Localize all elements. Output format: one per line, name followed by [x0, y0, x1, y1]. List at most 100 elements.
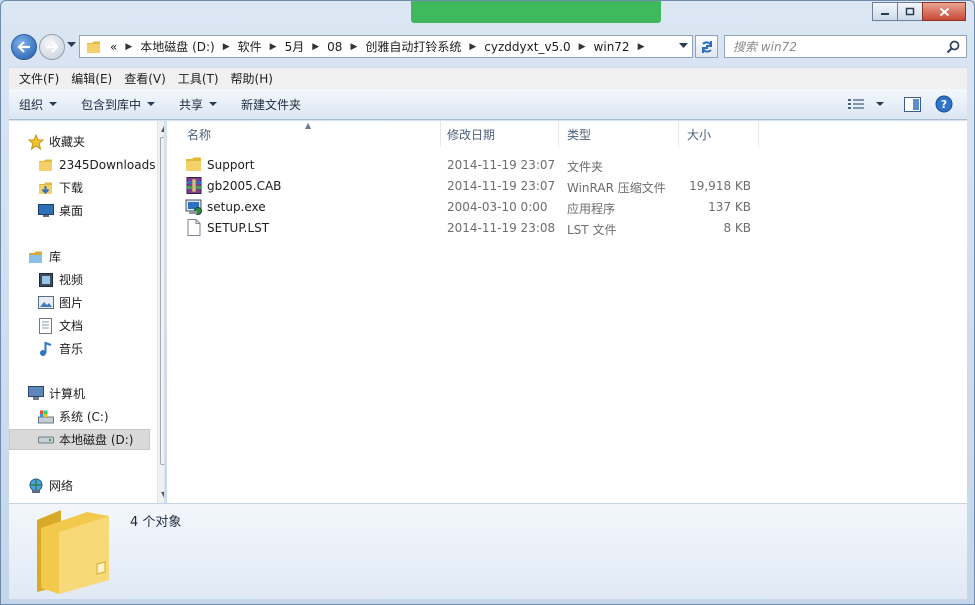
nav-computer[interactable]: 计算机 [27, 383, 164, 404]
address-bar[interactable]: « ▶ 本地磁盘 (D:) ▶ 软件 ▶ 5月 ▶ 08 ▶ 创雅自动打铃系统 … [79, 35, 693, 58]
search-icon[interactable] [946, 40, 960, 54]
nav-libraries[interactable]: 库 [27, 246, 164, 267]
breadcrumb-drive-d[interactable]: 本地磁盘 (D:) [140, 38, 214, 55]
chevron-right-icon[interactable]: ▶ [469, 42, 476, 52]
chevron-down-icon [209, 101, 218, 106]
maximize-button[interactable] [897, 2, 923, 21]
nav-item-label: 图片 [59, 296, 84, 310]
item-count: 4 个对象 [130, 515, 182, 530]
nav-item-drive-d[interactable]: 本地磁盘 (D:) [9, 429, 150, 450]
menu-file[interactable]: 文件(F) [13, 70, 65, 87]
forward-button[interactable] [39, 34, 65, 60]
column-header-type[interactable]: 类型 [559, 121, 679, 147]
close-button[interactable] [922, 2, 966, 21]
minimize-icon [881, 12, 889, 15]
chevron-right-icon[interactable]: ▶ [638, 42, 645, 52]
file-type: LST 文件 [567, 223, 617, 237]
folder-icon [87, 41, 100, 53]
menu-bar: 文件(F) 编辑(E) 查看(V) 工具(T) 帮助(H) [9, 67, 967, 89]
search-box[interactable] [724, 35, 967, 58]
forward-arrow-icon [46, 41, 59, 53]
menu-tools[interactable]: 工具(T) [172, 70, 225, 87]
star-icon [27, 133, 45, 150]
nav-item-music[interactable]: 音乐 [37, 338, 164, 359]
column-header-label: 类型 [567, 127, 592, 142]
breadcrumb-08[interactable]: 08 [327, 40, 342, 54]
breadcrumb-win72[interactable]: win72 [594, 40, 630, 54]
view-controls: ? [834, 95, 953, 113]
documents-icon [37, 317, 55, 334]
file-row[interactable]: setup.exe 2004-03-10 0:00 应用程序 137 KB [179, 196, 759, 217]
chevron-right-icon[interactable]: ▶ [350, 42, 357, 52]
grip-icon [164, 296, 165, 303]
menu-edit[interactable]: 编辑(E) [65, 70, 118, 87]
nav-item-documents[interactable]: 文档 [37, 315, 164, 336]
explorer-window: « ▶ 本地磁盘 (D:) ▶ 软件 ▶ 5月 ▶ 08 ▶ 创雅自动打铃系统 … [0, 0, 975, 605]
nav-scrollbar[interactable]: ▲ ▼ [157, 121, 165, 503]
file-row[interactable]: gb2005.CAB 2014-11-19 23:07 WinRAR 压缩文件 … [179, 175, 759, 196]
column-header-date[interactable]: 修改日期 [439, 121, 559, 147]
file-row[interactable]: Support 2014-11-19 23:07 文件夹 [179, 154, 759, 175]
file-type: 文件夹 [567, 160, 604, 174]
new-folder-button[interactable]: 新建文件夹 [241, 96, 301, 113]
large-folder-icon [37, 510, 109, 594]
chevron-right-icon[interactable]: ▶ [270, 42, 277, 52]
nav-item-desktop[interactable]: 桌面 [37, 200, 164, 221]
share-button[interactable]: 共享 [179, 96, 218, 113]
preview-pane-icon[interactable] [904, 96, 921, 112]
column-header-size[interactable]: 大小 [679, 121, 759, 147]
folder-icon [185, 156, 203, 173]
column-header-label: 名称 [187, 127, 212, 142]
breadcrumb-software[interactable]: 软件 [238, 38, 262, 55]
chevron-right-icon[interactable]: ▶ [579, 42, 586, 52]
scroll-up-icon[interactable]: ▲ [161, 124, 164, 133]
nav-item-pictures[interactable]: 图片 [37, 292, 164, 313]
chevron-down-icon [147, 101, 156, 106]
nav-libraries-label: 库 [49, 250, 62, 264]
organize-button[interactable]: 组织 [19, 96, 58, 113]
file-date: 2004-03-10 0:00 [447, 200, 548, 214]
nav-item-2345downloads[interactable]: 2345Downloads [37, 154, 164, 175]
refresh-button[interactable] [695, 35, 718, 58]
breadcrumb-may[interactable]: 5月 [285, 38, 305, 55]
navigation-row: « ▶ 本地磁盘 (D:) ▶ 软件 ▶ 5月 ▶ 08 ▶ 创雅自动打铃系统 … [1, 31, 974, 63]
file-row[interactable]: SETUP.LST 2014-11-19 23:08 LST 文件 8 KB [179, 217, 759, 238]
background-window-strip [411, 1, 661, 23]
minimize-button[interactable] [872, 2, 898, 21]
document-icon [185, 219, 203, 236]
breadcrumb-version[interactable]: cyzddyxt_v5.0 [484, 40, 570, 54]
chevron-right-icon[interactable]: ▶ [125, 42, 132, 52]
maximize-icon [905, 7, 915, 16]
scroll-down-icon[interactable]: ▼ [161, 490, 164, 499]
column-header-name[interactable]: 名称 [179, 121, 441, 147]
nav-item-downloads[interactable]: 下载 [37, 177, 164, 198]
back-button[interactable] [11, 34, 37, 60]
menu-view[interactable]: 查看(V) [118, 70, 172, 87]
file-list-pane: ▲ 名称 修改日期 类型 大小 Support 2014-11-19 23:07… [167, 121, 967, 503]
address-history-dropdown-icon[interactable] [679, 43, 688, 49]
navigation-pane: 收藏夹 2345Downloads 下载 桌面 库 视频 图片 文档 音乐 计算… [9, 121, 165, 503]
nav-item-label: 2345Downloads [59, 157, 156, 172]
include-in-library-button[interactable]: 包含到库中 [81, 96, 156, 113]
breadcrumb-bell-system[interactable]: 创雅自动打铃系统 [365, 38, 461, 55]
nav-item-drive-c[interactable]: 系统 (C:) [37, 406, 164, 427]
recent-pages-dropdown-icon[interactable] [67, 42, 76, 48]
file-name: Support [207, 158, 255, 172]
nav-item-label: 视频 [59, 273, 84, 287]
svg-text:?: ? [941, 98, 947, 111]
nav-network[interactable]: 网络 [27, 475, 164, 496]
nav-item-videos[interactable]: 视频 [37, 269, 164, 290]
menu-help[interactable]: 帮助(H) [225, 70, 279, 87]
file-size: 137 KB [708, 200, 751, 214]
chevron-right-icon[interactable]: ▶ [312, 42, 319, 52]
scrollbar-thumb[interactable] [160, 137, 165, 465]
breadcrumb-overflow[interactable]: « [110, 40, 117, 54]
file-date: 2014-11-19 23:08 [447, 221, 556, 235]
chevron-right-icon[interactable]: ▶ [223, 42, 230, 52]
file-size: 19,918 KB [689, 179, 751, 193]
nav-favorites-label: 收藏夹 [49, 135, 86, 149]
nav-favorites[interactable]: 收藏夹 [27, 131, 164, 152]
help-icon[interactable]: ? [935, 95, 953, 113]
search-input[interactable] [733, 39, 933, 54]
view-options-button[interactable] [848, 98, 884, 110]
